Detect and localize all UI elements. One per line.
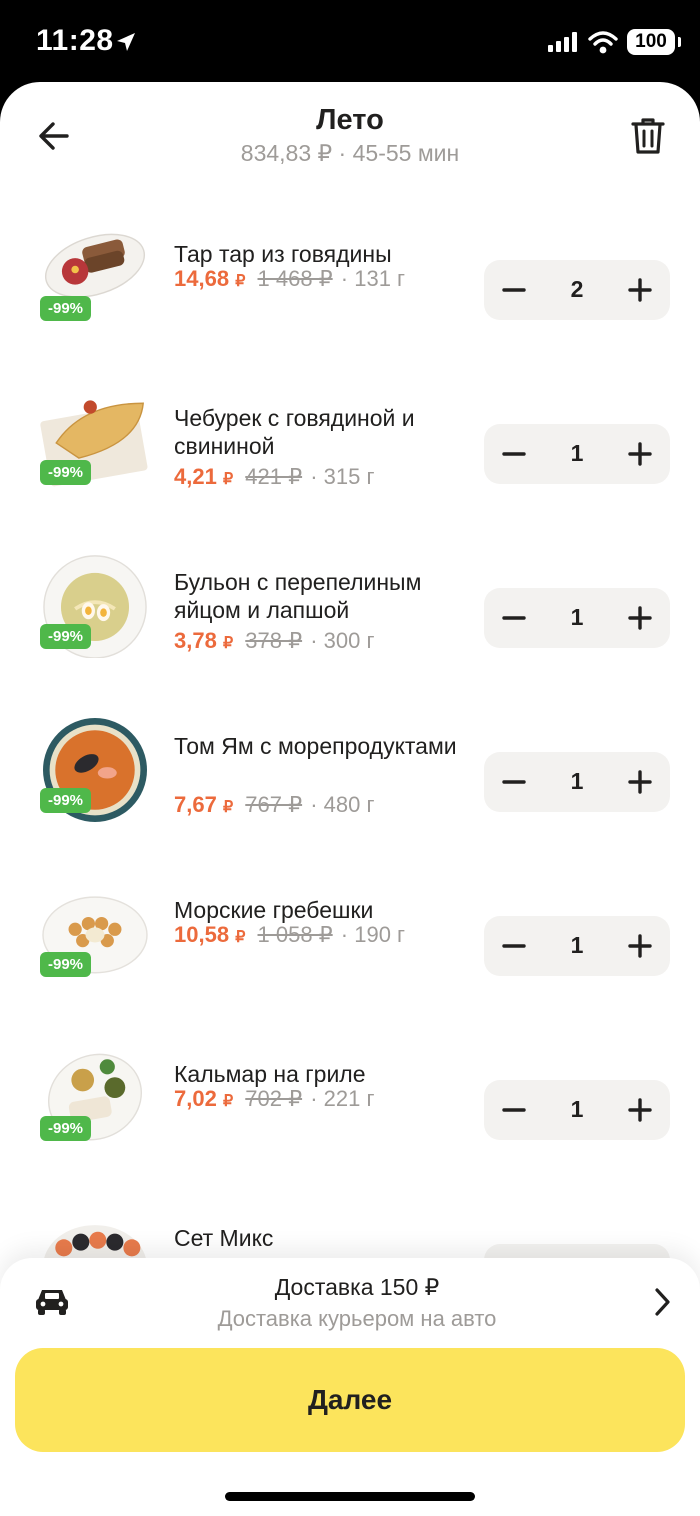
plus-icon[interactable] xyxy=(624,1094,656,1126)
item-old-price: 702 ₽ xyxy=(245,1086,303,1111)
status-time: 11:28 xyxy=(36,24,114,57)
next-button[interactable]: Далее xyxy=(15,1348,685,1452)
minus-icon[interactable] xyxy=(498,602,530,634)
quantity-value: 1 xyxy=(570,440,584,466)
home-indicator xyxy=(225,1492,475,1501)
chevron-right-icon xyxy=(652,1286,672,1323)
cart-item: -99% Том Ям с морепродуктами 7,67 ₽ 767 … xyxy=(0,714,700,878)
quantity-value: 2 xyxy=(570,276,584,302)
quantity-value: 1 xyxy=(570,1096,584,1122)
page-title: Лето xyxy=(316,104,384,136)
item-price: 14,68 xyxy=(174,266,230,291)
cart-item: -99% Морские гребешки 10,58 ₽ 1 058 ₽ · … xyxy=(0,878,700,1042)
quantity-stepper: 1 xyxy=(484,1080,670,1140)
quantity-stepper: 1 xyxy=(484,916,670,976)
cart-header: Лето 834,83 ₽ · 45-55 мин xyxy=(0,82,700,182)
item-price-currency: ₽ xyxy=(235,929,246,946)
item-name: Бульон с перепелиным яйцом и лапшой xyxy=(174,569,422,623)
cart-items-list: -99% Тар тар из говядины 14,68 ₽ 1 468 ₽… xyxy=(0,222,700,1370)
discount-badge: -99% xyxy=(40,460,92,485)
item-price-line: 10,58 ₽ 1 058 ₽ · 190 г xyxy=(174,922,405,948)
item-price-currency: ₽ xyxy=(222,471,234,488)
plus-icon[interactable] xyxy=(624,930,656,962)
minus-icon[interactable] xyxy=(498,274,530,306)
discount-badge: -99% xyxy=(40,296,92,321)
delivery-subtitle: Доставка курьером на авто xyxy=(217,1306,497,1331)
item-price-currency: ₽ xyxy=(222,799,234,816)
item-price: 7,67 xyxy=(174,792,217,817)
item-price-line: 14,68 ₽ 1 468 ₽ · 131 г xyxy=(174,266,405,292)
item-price-line: 7,67 ₽ 767 ₽ · 480 г xyxy=(174,792,375,818)
quantity-stepper: 2 xyxy=(484,260,670,320)
item-name: Кальмар на гриле xyxy=(174,1061,366,1087)
item-name: Чебурек с говядиной и свининой xyxy=(174,405,415,459)
item-name: Том Ям с морепродуктами xyxy=(174,733,457,759)
item-weight: · 480 г xyxy=(310,792,375,817)
order-summary: 834,83 ₽ · 45-55 мин xyxy=(240,140,460,166)
item-old-price: 767 ₽ xyxy=(245,792,303,817)
discount-badge: -99% xyxy=(40,1116,92,1141)
status-bar: 11:28 100 xyxy=(0,0,700,84)
plus-icon[interactable] xyxy=(624,602,656,634)
item-weight: · 300 г xyxy=(310,628,375,653)
item-price: 10,58 xyxy=(174,922,230,947)
cart-item: -99% Бульон с перепелиным яйцом и лапшой… xyxy=(0,550,700,714)
item-name: Сет Микс xyxy=(174,1225,274,1251)
plus-icon[interactable] xyxy=(624,274,656,306)
item-price-currency: ₽ xyxy=(222,635,234,652)
cart-item: -99% Чебурек с говядиной и свининой 4,21… xyxy=(0,386,700,550)
item-price-currency: ₽ xyxy=(222,1093,234,1110)
battery-indicator: 100 xyxy=(627,29,681,55)
cart-sheet: Лето 834,83 ₽ · 45-55 мин -99% Тар тар и… xyxy=(0,82,700,1516)
item-price-line: 3,78 ₽ 378 ₽ · 300 г xyxy=(174,628,375,654)
quantity-value: 1 xyxy=(570,604,584,630)
item-old-price: 1 058 ₽ xyxy=(257,922,333,947)
discount-badge: -99% xyxy=(40,624,92,649)
item-weight: · 131 г xyxy=(340,266,406,291)
discount-badge: -99% xyxy=(40,788,92,813)
trash-icon xyxy=(631,118,665,154)
delivery-option[interactable]: Доставка 150 ₽ Доставка курьером на авто xyxy=(0,1258,700,1348)
item-price: 4,21 xyxy=(174,464,217,489)
minus-icon[interactable] xyxy=(498,930,530,962)
quantity-value: 1 xyxy=(570,768,584,794)
item-old-price: 1 468 ₽ xyxy=(257,266,333,291)
cart-item: -99% Тар тар из говядины 14,68 ₽ 1 468 ₽… xyxy=(0,222,700,386)
delivery-title: Доставка 150 ₽ xyxy=(274,1274,440,1300)
item-name: Морские гребешки xyxy=(174,897,374,923)
checkout-panel: Доставка 150 ₽ Доставка курьером на авто… xyxy=(0,1258,700,1516)
quantity-stepper: 1 xyxy=(484,424,670,484)
quantity-stepper: 1 xyxy=(484,752,670,812)
quantity-value: 1 xyxy=(570,932,584,958)
quantity-stepper: 1 xyxy=(484,588,670,648)
minus-icon[interactable] xyxy=(498,438,530,470)
signal-icon xyxy=(548,32,578,57)
item-weight: · 315 г xyxy=(310,464,375,489)
cart-item: -99% Кальмар на гриле 7,02 ₽ 702 ₽ · 221… xyxy=(0,1042,700,1206)
plus-icon[interactable] xyxy=(624,766,656,798)
item-price-line: 4,21 ₽ 421 ₽ · 315 г xyxy=(174,464,375,490)
item-price: 7,02 xyxy=(174,1086,217,1111)
minus-icon[interactable] xyxy=(498,766,530,798)
item-weight: · 221 г xyxy=(310,1086,375,1111)
location-arrow-icon xyxy=(114,30,138,59)
item-price-currency: ₽ xyxy=(235,273,246,290)
plus-icon[interactable] xyxy=(624,438,656,470)
wifi-icon xyxy=(588,30,618,59)
item-price: 3,78 xyxy=(174,628,217,653)
item-name: Тар тар из говядины xyxy=(174,241,392,267)
discount-badge: -99% xyxy=(40,952,92,977)
minus-icon[interactable] xyxy=(498,1094,530,1126)
clear-cart-button[interactable] xyxy=(622,110,674,162)
item-price-line: 7,02 ₽ 702 ₽ · 221 г xyxy=(174,1086,375,1112)
item-weight: · 190 г xyxy=(340,922,406,947)
item-old-price: 378 ₽ xyxy=(245,628,303,653)
item-old-price: 421 ₽ xyxy=(245,464,303,489)
